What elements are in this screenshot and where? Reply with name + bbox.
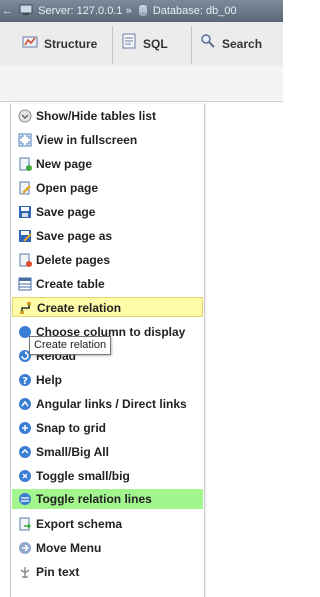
- menu-item-show-hide-tables[interactable]: Show/Hide tables list: [12, 106, 203, 126]
- menu-item-label: Save page: [36, 205, 96, 219]
- menu-item-view-fullscreen[interactable]: View in fullscreen: [12, 130, 203, 150]
- menu-item-label: Create relation: [37, 301, 122, 315]
- help-icon: ?: [18, 373, 32, 387]
- menu-item-help[interactable]: ? Help: [12, 370, 203, 390]
- table-icon: [18, 277, 32, 291]
- angular-links-icon: [18, 397, 32, 411]
- database-link[interactable]: Database: db_00: [153, 0, 237, 22]
- menu-item-pin-text[interactable]: Pin text: [12, 562, 203, 582]
- menu-item-label: Pin text: [36, 565, 80, 579]
- menu-item-snap-to-grid[interactable]: Snap to grid: [12, 418, 203, 438]
- menu-item-new-page[interactable]: New page: [12, 154, 203, 174]
- menu-item-label: Create table: [36, 277, 105, 291]
- tab-divider: [112, 26, 113, 64]
- snap-icon: [18, 421, 32, 435]
- menu-item-label: Toggle relation lines: [36, 492, 152, 506]
- save-as-icon: [18, 229, 32, 243]
- menu-item-label: Export schema: [36, 517, 123, 531]
- menu-item-label: Save page as: [36, 229, 113, 243]
- toggle-size-icon: [18, 469, 32, 483]
- menu-item-label: Show/Hide tables list: [36, 109, 157, 123]
- tooltip: Create relation: [29, 336, 112, 355]
- small-big-icon: [18, 445, 32, 459]
- tab-divider: [191, 26, 192, 64]
- show-hide-icon: [18, 109, 32, 123]
- save-icon: [18, 205, 32, 219]
- menu-item-label: Delete pages: [36, 253, 111, 267]
- sql-icon: [121, 23, 137, 66]
- delete-icon: [18, 253, 32, 267]
- menu-item-create-relation[interactable]: Create relation: [12, 297, 203, 317]
- menu-item-save-page-as[interactable]: Save page as: [12, 226, 203, 246]
- pin-icon: [18, 565, 32, 579]
- export-icon: [18, 517, 32, 531]
- menu-item-label: Open page: [36, 181, 99, 195]
- menu-item-label: Small/Big All: [36, 445, 109, 459]
- structure-icon: [22, 23, 38, 66]
- menu-item-toggle-small-big[interactable]: Toggle small/big: [12, 466, 203, 486]
- tab-sql-label: SQL: [143, 37, 168, 51]
- fullscreen-icon: [18, 133, 32, 147]
- svg-text:?: ?: [22, 376, 28, 387]
- menu-item-label: Help: [36, 373, 63, 387]
- tab-bar: Structure SQL Search: [0, 22, 283, 67]
- new-page-icon: [18, 157, 32, 171]
- secondary-toolbar: [0, 66, 283, 102]
- breadcrumb: ← Server: 127.0.0.1 » Database: db_00: [0, 0, 283, 22]
- move-menu-icon: [18, 541, 32, 555]
- search-icon: [200, 23, 216, 66]
- tab-structure-label: Structure: [44, 37, 98, 51]
- tab-search[interactable]: Search: [200, 22, 262, 66]
- menu-item-label: Move Menu: [36, 541, 102, 555]
- menu-item-angular-links[interactable]: Angular links / Direct links: [12, 394, 203, 414]
- menu-item-label: Angular links / Direct links: [36, 397, 187, 411]
- menu-item-small-big-all[interactable]: Small/Big All: [12, 442, 203, 462]
- menu-item-create-table[interactable]: Create table: [12, 274, 203, 294]
- tab-sql[interactable]: SQL: [121, 22, 168, 66]
- menu-item-delete-pages[interactable]: Delete pages: [12, 250, 203, 270]
- menu-item-label: View in fullscreen: [36, 133, 138, 147]
- menu-item-label: Toggle small/big: [36, 469, 130, 483]
- menu-item-export-schema[interactable]: Export schema: [12, 514, 203, 534]
- menu-item-label: New page: [36, 157, 93, 171]
- back-arrow-icon[interactable]: ←: [2, 0, 13, 22]
- menu-item-save-page[interactable]: Save page: [12, 202, 203, 222]
- menu-item-move-menu[interactable]: Move Menu: [12, 538, 203, 558]
- server-icon: [19, 0, 33, 22]
- server-link[interactable]: Server: 127.0.0.1 »: [38, 0, 132, 22]
- tab-structure[interactable]: Structure: [22, 22, 97, 66]
- relation-lines-icon: [18, 492, 32, 506]
- menu-item-open-page[interactable]: Open page: [12, 178, 203, 198]
- tab-search-label: Search: [222, 37, 263, 51]
- relation-icon: [19, 301, 33, 315]
- database-icon: [138, 0, 148, 22]
- menu-item-label: Snap to grid: [36, 421, 106, 435]
- menu-item-toggle-relation-lines[interactable]: Toggle relation lines: [12, 489, 203, 509]
- open-page-icon: [18, 181, 32, 195]
